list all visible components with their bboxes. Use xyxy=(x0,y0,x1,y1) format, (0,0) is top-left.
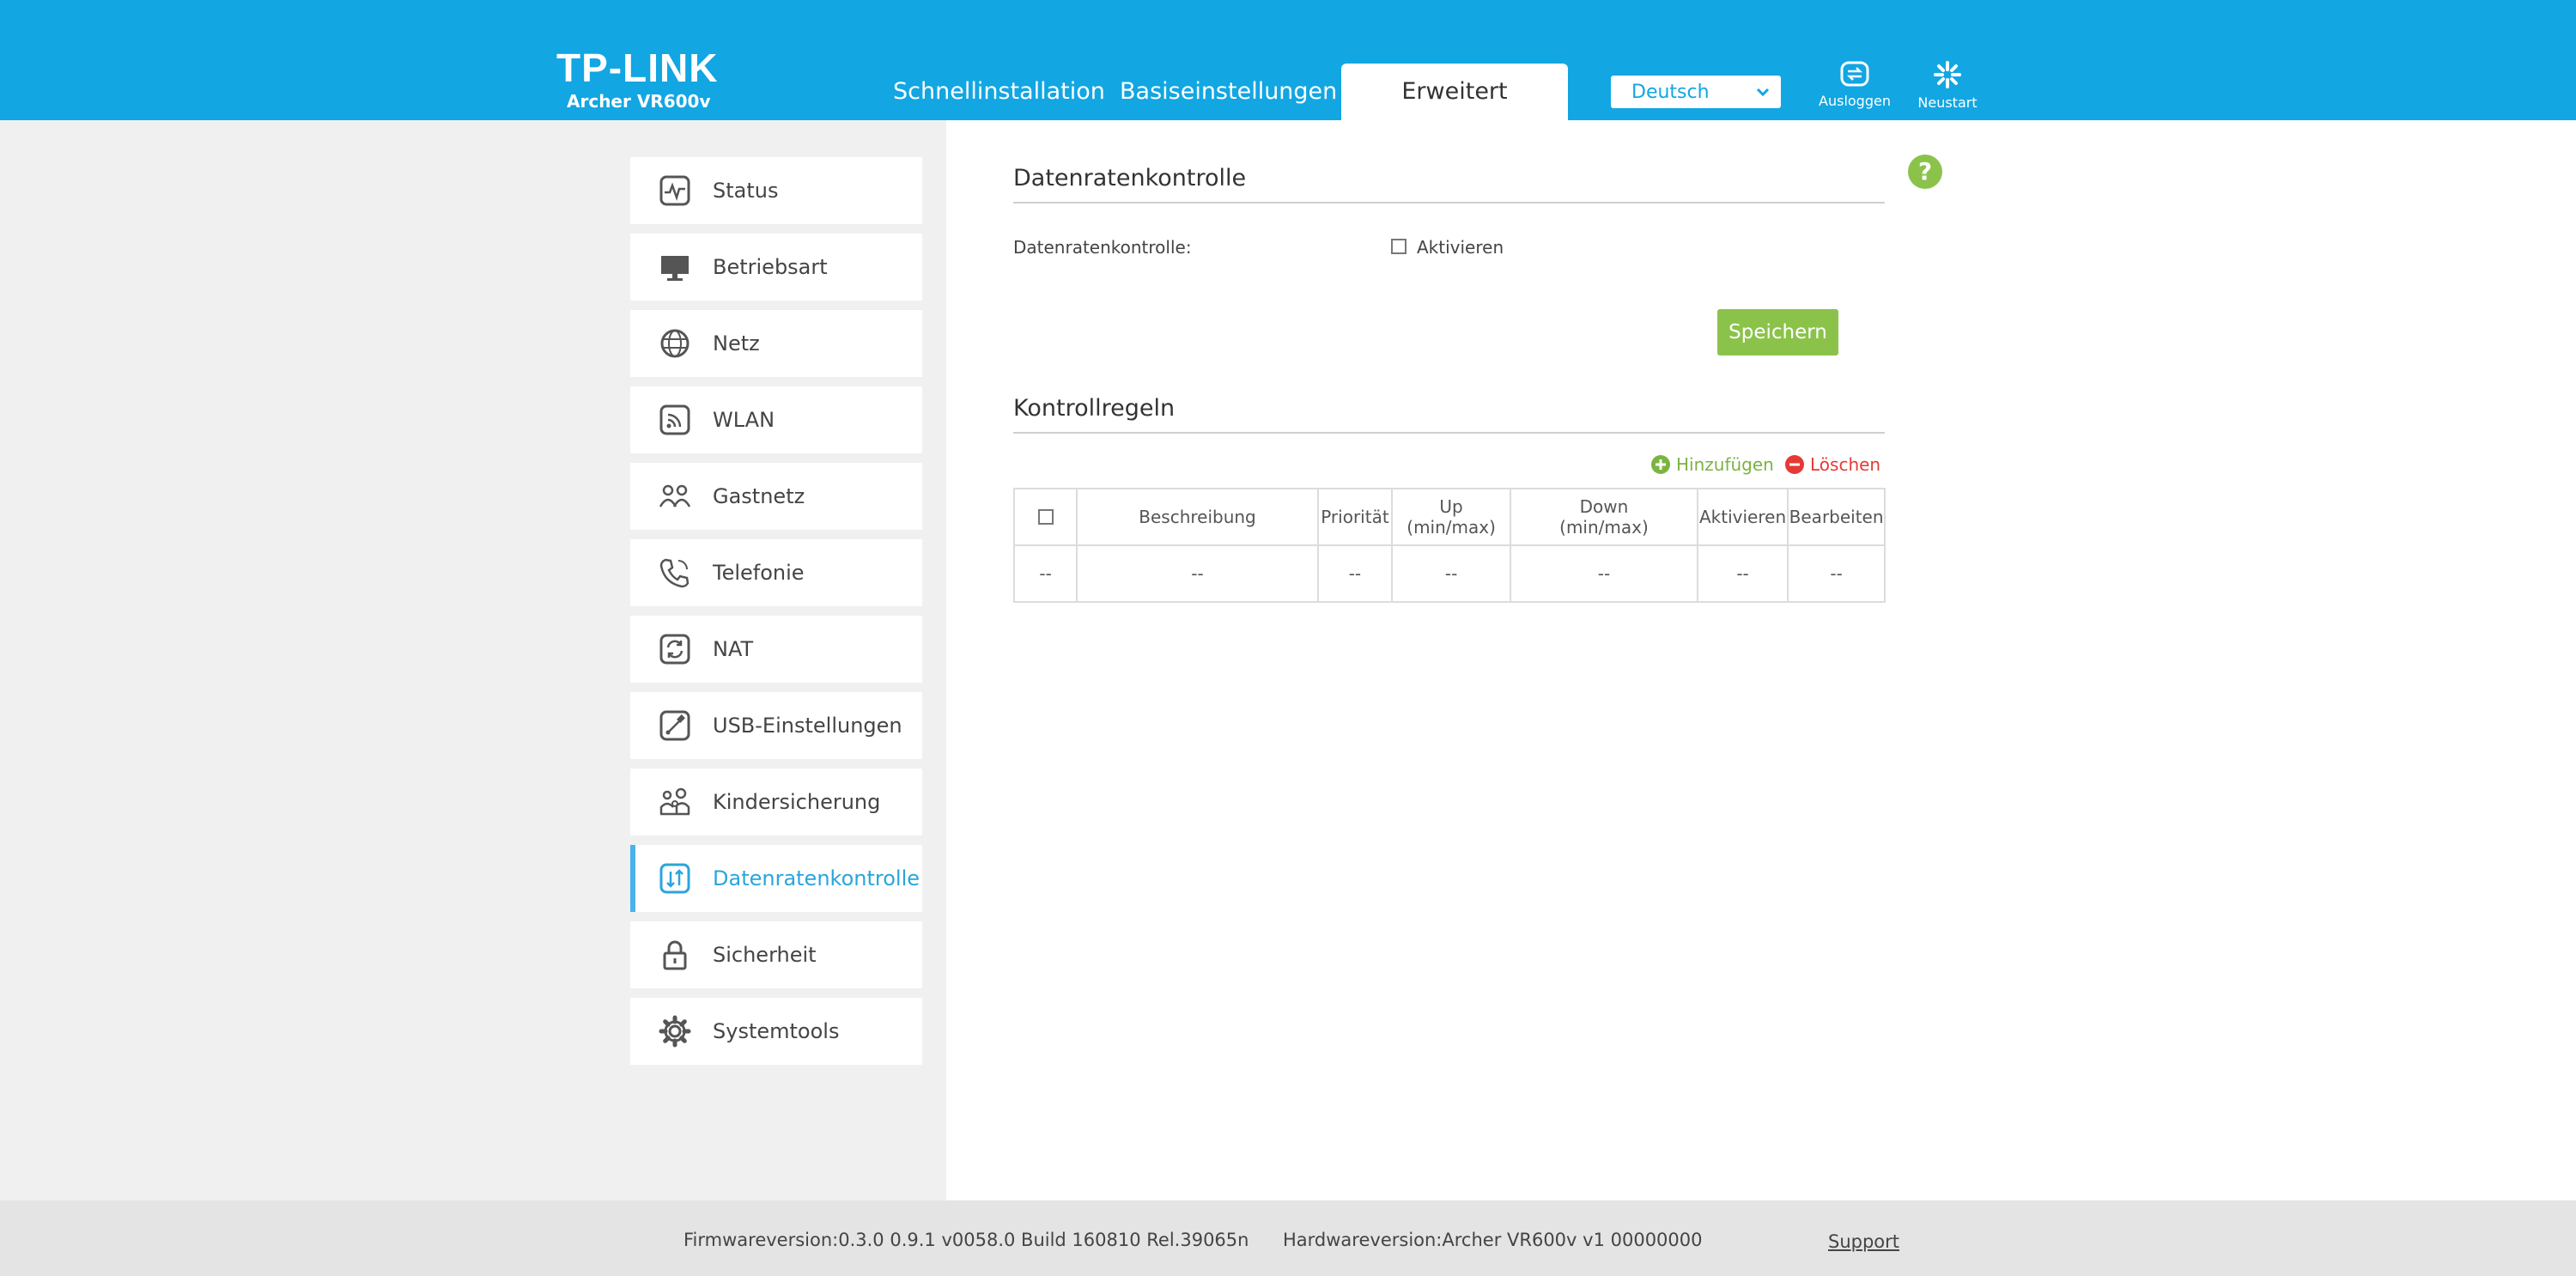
table-row: -- -- -- -- -- -- -- xyxy=(1012,544,1886,603)
sidebar-item-usb[interactable]: USB-Einstellungen xyxy=(630,692,922,759)
tab-quick-setup[interactable]: Schnellinstallation xyxy=(893,64,1105,120)
hardware-version: Hardwareversion:Archer VR600v v1 0000000… xyxy=(1283,1230,1703,1250)
sidebar-item-label: Betriebsart xyxy=(713,255,828,279)
family-icon xyxy=(659,787,690,816)
sidebar-item-systemtools[interactable]: Systemtools xyxy=(630,998,922,1065)
col-header: Bearbeiten xyxy=(1787,488,1886,546)
plus-circle-icon xyxy=(1651,455,1670,474)
sidebar-item-netz[interactable]: Netz xyxy=(630,310,922,377)
table-header-row: Beschreibung Priorität Up (min/max) Down… xyxy=(1012,488,1886,546)
col-header: Aktivieren xyxy=(1696,488,1789,546)
reboot-label: Neustart xyxy=(1917,94,1978,111)
logout-icon xyxy=(1840,61,1869,87)
col-header: Priorität xyxy=(1316,488,1394,546)
section-title-rate-control: Datenratenkontrolle xyxy=(1013,165,1247,191)
sidebar-item-label: Gastnetz xyxy=(713,484,805,508)
support-link[interactable]: Support xyxy=(1828,1231,1899,1252)
table-cell: -- xyxy=(1787,544,1886,603)
refresh-icon xyxy=(659,634,690,665)
table-cell: -- xyxy=(1076,544,1319,603)
sidebar-item-wlan[interactable]: WLAN xyxy=(630,386,922,453)
tp-link-logo: TP-LINK Archer VR600v xyxy=(556,48,718,112)
sidebar-item-datenratenkontrolle[interactable]: Datenratenkontrolle xyxy=(630,845,922,912)
chevron-down-icon xyxy=(1756,88,1770,97)
tab-advanced[interactable]: Erweitert xyxy=(1341,64,1568,120)
gear-icon xyxy=(659,1015,691,1048)
tab-basic-settings[interactable]: Basiseinstellungen xyxy=(1120,64,1337,120)
section-title-rules: Kontrollregeln xyxy=(1013,395,1176,422)
sidebar-item-label: Systemtools xyxy=(713,1019,840,1043)
select-all-checkbox[interactable] xyxy=(1037,509,1054,525)
sidebar-item-sicherheit[interactable]: Sicherheit xyxy=(630,921,922,988)
top-header: TP-LINK Archer VR600v Schnellinstallatio… xyxy=(0,0,2576,120)
logo-text: TP-LINK xyxy=(556,46,719,90)
sidebar-item-label: Kindersicherung xyxy=(713,790,881,814)
add-label: Hinzufügen xyxy=(1676,454,1774,475)
save-button[interactable]: Speichern xyxy=(1717,309,1838,355)
table-cell: -- xyxy=(1696,544,1789,603)
sidebar-item-label: USB-Einstellungen xyxy=(713,714,902,738)
wifi-icon xyxy=(659,404,690,435)
sidebar-item-nat[interactable]: NAT xyxy=(630,616,922,683)
logout-button[interactable]: Ausloggen xyxy=(1812,60,1898,109)
footer: Firmwareversion:0.3.0 0.9.1 v0058.0 Buil… xyxy=(0,1200,2576,1276)
reboot-icon xyxy=(1934,61,1961,88)
sidebar-item-telefonie[interactable]: Telefonie xyxy=(630,539,922,606)
add-rule-button[interactable]: Hinzufügen xyxy=(1650,454,1774,475)
select-all-cell xyxy=(1012,488,1078,546)
sidebar-item-label: Telefonie xyxy=(713,561,805,585)
table-cell: -- xyxy=(1510,544,1698,603)
table-cell: -- xyxy=(1391,544,1512,603)
sidebar-item-label: Datenratenkontrolle xyxy=(713,866,920,890)
enable-checkbox[interactable] xyxy=(1391,239,1406,254)
col-header: Up (min/max) xyxy=(1391,488,1512,546)
sidebar-item-status[interactable]: Status xyxy=(630,157,922,224)
help-button[interactable]: ? xyxy=(1908,155,1942,189)
sidebar-item-label: Status xyxy=(713,179,779,203)
table-cell: -- xyxy=(1316,544,1394,603)
updown-arrows-icon xyxy=(659,863,690,894)
section-divider xyxy=(1013,432,1885,434)
usb-icon xyxy=(659,710,690,741)
rate-control-label: Datenratenkontrolle: xyxy=(1013,237,1192,258)
phone-icon xyxy=(659,558,690,588)
guests-icon xyxy=(659,484,691,507)
table-cell: -- xyxy=(1012,544,1078,603)
minus-circle-icon xyxy=(1785,455,1804,474)
pulse-icon xyxy=(659,175,690,206)
delete-rule-button[interactable]: Löschen xyxy=(1784,454,1880,475)
enable-label: Aktivieren xyxy=(1417,237,1504,258)
sidebar-item-kindersicherung[interactable]: Kindersicherung xyxy=(630,769,922,835)
model-name: Archer VR600v xyxy=(567,91,711,112)
sidebar-item-betriebsart[interactable]: Betriebsart xyxy=(630,234,922,301)
lock-icon xyxy=(663,940,687,970)
reboot-button[interactable]: Neustart xyxy=(1905,60,1990,111)
col-header: Beschreibung xyxy=(1076,488,1319,546)
sidebar-item-label: NAT xyxy=(713,637,754,661)
sidebar: Status Betriebsart Netz WLAN Gastnetz Te… xyxy=(0,120,946,1200)
logout-label: Ausloggen xyxy=(1819,93,1891,109)
monitor-icon xyxy=(661,256,689,281)
section-divider xyxy=(1013,202,1885,204)
col-header: Down (min/max) xyxy=(1510,488,1698,546)
sidebar-item-label: WLAN xyxy=(713,408,775,432)
sidebar-item-label: Sicherheit xyxy=(713,943,817,967)
sidebar-item-gastnetz[interactable]: Gastnetz xyxy=(630,463,922,530)
language-select[interactable]: Deutsch xyxy=(1611,76,1781,108)
globe-icon xyxy=(660,329,690,358)
delete-label: Löschen xyxy=(1810,454,1881,475)
sidebar-item-label: Netz xyxy=(713,331,760,355)
rules-table: Beschreibung Priorität Up (min/max) Down… xyxy=(1012,488,1886,603)
language-value: Deutsch xyxy=(1631,82,1710,103)
firmware-version: Firmwareversion:0.3.0 0.9.1 v0058.0 Buil… xyxy=(683,1230,1249,1250)
